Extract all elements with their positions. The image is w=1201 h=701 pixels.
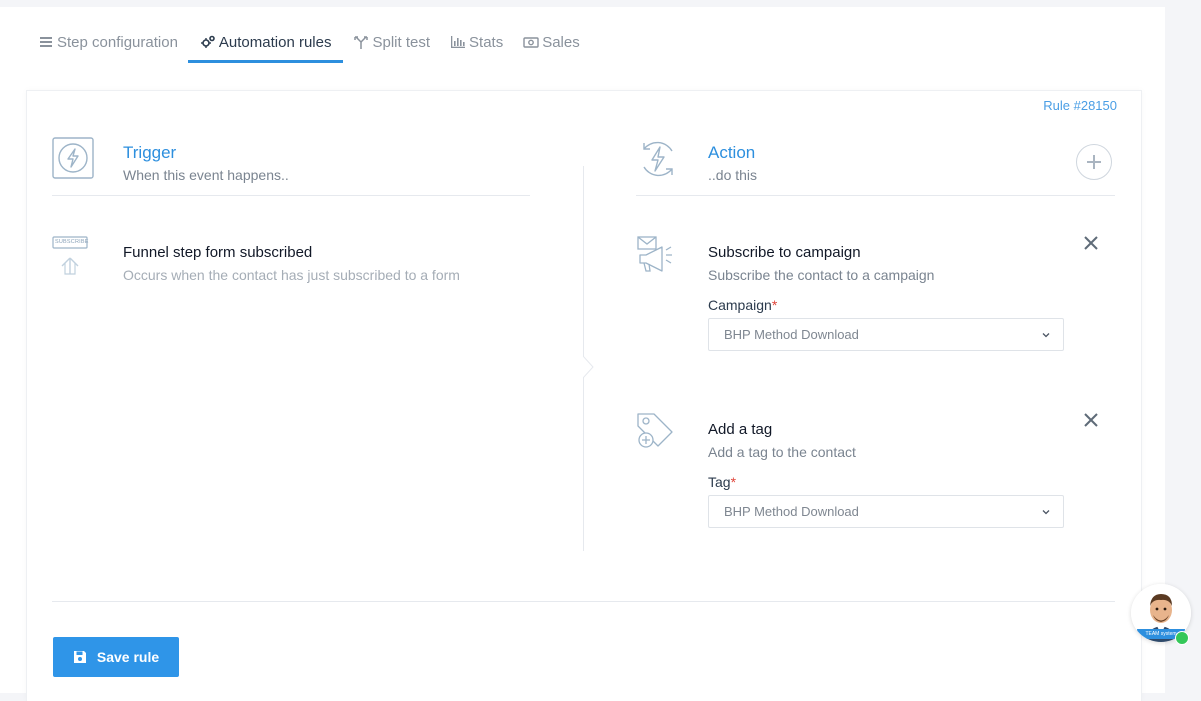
online-status-dot bbox=[1175, 631, 1189, 645]
action-cycle-bolt-icon bbox=[643, 141, 673, 177]
action-item-description: Subscribe the contact to a campaign bbox=[708, 267, 935, 283]
trigger-event: Funnel step form subscribed Occurs when … bbox=[123, 244, 460, 283]
action-divider bbox=[636, 195, 1115, 196]
split-icon bbox=[353, 34, 369, 50]
campaign-field-label: Campaign* bbox=[708, 297, 1064, 313]
bar-chart-icon bbox=[450, 34, 466, 50]
rule-card: Rule #28150 Trigger When this event happ… bbox=[26, 90, 1142, 701]
trigger-bolt-icon bbox=[52, 137, 94, 179]
tab-step-configuration[interactable]: Step configuration bbox=[28, 21, 188, 63]
campaign-label-text: Campaign bbox=[708, 297, 772, 313]
tag-select-value: BHP Method Download bbox=[724, 504, 859, 519]
save-rule-button[interactable]: Save rule bbox=[53, 637, 179, 677]
trigger-event-description: Occurs when the contact has just subscri… bbox=[123, 267, 460, 283]
subscribe-form-icon-wrap: SUBSCRIBE bbox=[52, 236, 90, 281]
tab-split-test[interactable]: Split test bbox=[343, 21, 440, 63]
add-action-button[interactable] bbox=[1076, 144, 1112, 180]
action-subtitle: ..do this bbox=[708, 167, 758, 183]
remove-action-tag-close-icon[interactable] bbox=[1084, 413, 1098, 427]
trigger-subtitle: When this event happens.. bbox=[123, 167, 289, 183]
campaign-select[interactable]: BHP Method Download bbox=[708, 318, 1064, 351]
required-mark: * bbox=[730, 474, 737, 490]
subscribe-icon-text: SUBSCRIBE bbox=[55, 239, 89, 245]
action-header: Action ..do this bbox=[708, 143, 757, 183]
action-item-description: Add a tag to the contact bbox=[708, 444, 856, 460]
tag-select[interactable]: BHP Method Download bbox=[708, 495, 1064, 528]
tab-label: Automation rules bbox=[218, 33, 332, 51]
tag-label-text: Tag bbox=[708, 474, 731, 490]
megaphone-mail-icon bbox=[637, 236, 672, 272]
trigger-title: Trigger bbox=[123, 143, 177, 162]
trigger-header: Trigger When this event happens.. bbox=[123, 143, 289, 183]
trigger-divider bbox=[52, 195, 530, 196]
action-icon-wrap bbox=[636, 137, 680, 186]
rule-id: Rule #28150 bbox=[1043, 98, 1117, 113]
action-item-subscribe-campaign: Subscribe to campaign Subscribe the cont… bbox=[708, 244, 1064, 351]
main-panel: Step configuration Automation rules Spli… bbox=[0, 7, 1165, 701]
action-item-title: Add a tag bbox=[708, 421, 773, 438]
add-tag-icon bbox=[637, 413, 673, 448]
tab-bar: Step configuration Automation rules Spli… bbox=[28, 21, 590, 63]
action-title: Action bbox=[708, 143, 756, 162]
remove-action-campaign-close-icon[interactable] bbox=[1084, 236, 1098, 250]
tag-icon-wrap bbox=[636, 412, 676, 455]
trigger-event-title: Funnel step form subscribed bbox=[123, 244, 313, 261]
action-item-add-tag: Add a tag Add a tag to the contact Tag* … bbox=[708, 421, 1064, 528]
tab-stats[interactable]: Stats bbox=[440, 21, 513, 63]
tab-label: Sales bbox=[542, 33, 580, 51]
footer-divider bbox=[52, 601, 1115, 602]
divider-notch-icon bbox=[583, 356, 594, 378]
tab-label: Split test bbox=[372, 33, 431, 51]
tab-label: Step configuration bbox=[57, 33, 178, 51]
trigger-icon-wrap bbox=[52, 137, 94, 184]
action-item-title: Subscribe to campaign bbox=[708, 244, 861, 261]
chevron-down-icon bbox=[1042, 332, 1050, 337]
money-icon bbox=[523, 34, 539, 50]
chevron-down-icon bbox=[1042, 509, 1050, 514]
tag-field-label: Tag* bbox=[708, 474, 1064, 490]
tab-label: Stats bbox=[469, 33, 504, 51]
gears-icon bbox=[200, 34, 216, 50]
tab-automation-rules[interactable]: Automation rules bbox=[187, 21, 344, 63]
list-icon bbox=[38, 34, 54, 50]
campaign-icon-wrap bbox=[636, 235, 676, 278]
plus-icon bbox=[1087, 155, 1101, 169]
required-mark: * bbox=[771, 297, 778, 313]
floppy-disk-icon bbox=[73, 651, 86, 663]
tab-sales[interactable]: Sales bbox=[513, 21, 590, 63]
campaign-select-value: BHP Method Download bbox=[724, 327, 859, 342]
save-rule-label: Save rule bbox=[96, 649, 160, 665]
